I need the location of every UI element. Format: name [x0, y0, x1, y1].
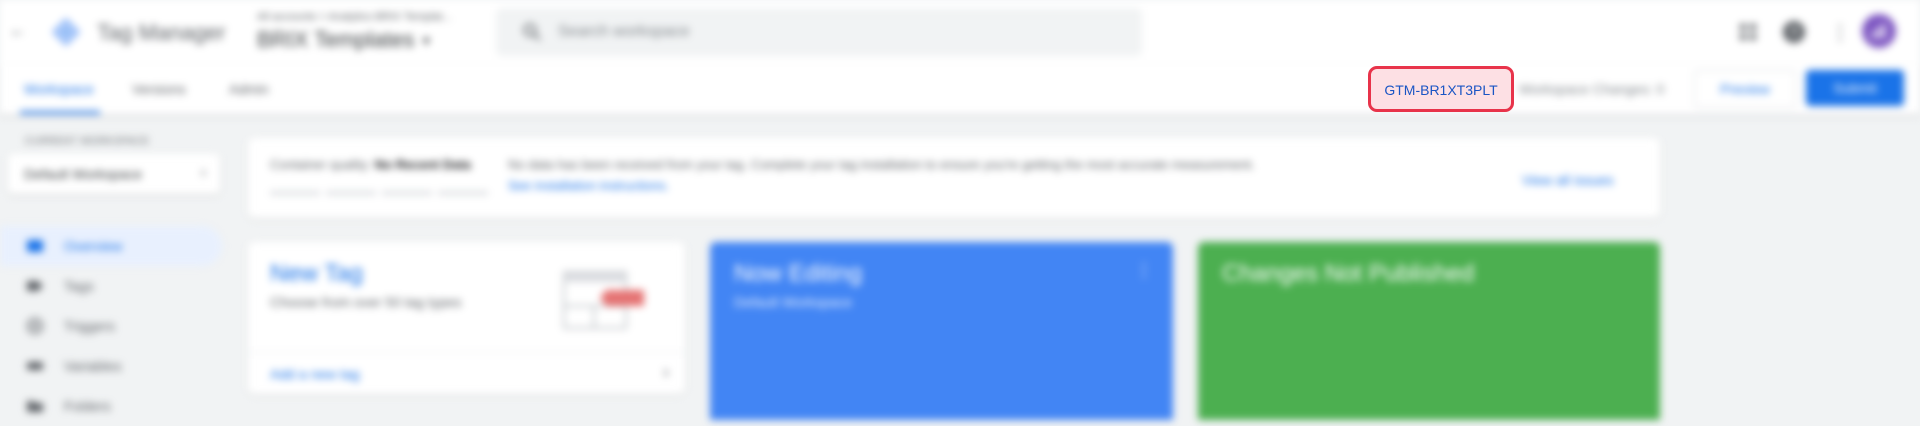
workspace-selector[interactable]: Default Workspace ›	[8, 154, 220, 194]
new-tag-illustration-icon	[563, 271, 644, 329]
account-avatar[interactable]	[1862, 14, 1896, 48]
tag-icon	[27, 281, 43, 291]
tab-workspace[interactable]: Workspace	[24, 81, 94, 97]
container-id: GTM-BR1XT3PLT	[1384, 82, 1498, 98]
chevron-right-icon: ›	[200, 164, 206, 181]
sidebar-item-label: Variables	[64, 358, 122, 374]
overview-icon	[27, 240, 43, 252]
container-id-badge[interactable]: GTM-BR1XT3PLT	[1368, 66, 1514, 112]
workspace-toolbar: Workspace Versions Admin Workspace Chang…	[0, 64, 1920, 115]
sidebar: CURRENT WORKSPACE Default Workspace › Ov…	[0, 114, 230, 420]
installation-instructions-link[interactable]: See installation instructions.	[508, 178, 669, 193]
back-arrow-icon[interactable]: ←	[9, 20, 27, 41]
product-name: Tag Manager	[97, 20, 226, 45]
now-editing-card[interactable]: Now Editing Default Workspace ⋮	[710, 242, 1173, 420]
gtm-app: ← Tag Manager All accounts > Analytics B…	[0, 0, 1920, 420]
quality-value: No Recent Data	[374, 157, 471, 172]
sidebar-item-folders[interactable]: Folders	[0, 386, 222, 426]
sidebar-item-label: Folders	[64, 398, 111, 414]
add-new-tag-link[interactable]: Add a new tag	[270, 366, 360, 382]
top-bar: ← Tag Manager All accounts > Analytics B…	[0, 0, 1920, 64]
tab-versions[interactable]: Versions	[132, 81, 186, 97]
caret-down-icon: ▼	[420, 34, 433, 49]
more-vert-icon[interactable]: ⋮	[1830, 20, 1850, 45]
account-breadcrumb[interactable]: All accounts > Analytics BRIX Templat...	[257, 11, 452, 23]
submit-button[interactable]: Submit	[1806, 70, 1904, 106]
tab-admin[interactable]: Admin	[229, 81, 269, 97]
current-workspace-label: CURRENT WORKSPACE	[25, 136, 150, 147]
sidebar-item-overview[interactable]: Overview	[0, 226, 222, 266]
help-icon[interactable]: ?	[1783, 21, 1805, 43]
folder-icon	[27, 401, 43, 412]
search-icon	[523, 23, 541, 41]
trigger-icon	[27, 318, 43, 334]
new-tag-title: New Tag	[270, 260, 363, 287]
new-tag-subtitle: Choose from over 50 tag types	[270, 294, 462, 310]
workspace-name: Default Workspace	[24, 166, 143, 182]
changes-not-published-card[interactable]: Changes Not Published	[1198, 242, 1660, 420]
sidebar-item-triggers[interactable]: Triggers	[0, 306, 222, 346]
sidebar-item-label: Triggers	[64, 318, 115, 334]
container-quality-card: Container quality: No Recent Data No dat…	[248, 138, 1660, 218]
tag-manager-logo-icon	[52, 18, 80, 46]
changes-title: Changes Not Published	[1222, 260, 1475, 287]
quality-message: No data has been received from your tag.…	[508, 157, 1255, 172]
more-vert-icon[interactable]: ⋮	[1135, 260, 1153, 281]
now-editing-workspace: Default Workspace	[734, 294, 853, 310]
search-placeholder: Search workspace	[558, 23, 690, 40]
view-all-issues-link[interactable]: View all issues	[1522, 172, 1614, 188]
quality-meter	[270, 182, 494, 200]
sidebar-item-label: Tags	[64, 278, 94, 294]
search-input[interactable]: Search workspace	[496, 8, 1142, 56]
sidebar-item-tags[interactable]: Tags	[0, 266, 222, 306]
sidebar-item-label: Overview	[64, 238, 123, 254]
container-quality-status: Container quality: No Recent Data	[270, 157, 471, 172]
chevron-right-icon: ›	[663, 362, 669, 382]
now-editing-title: Now Editing	[734, 260, 863, 287]
apps-grid-icon[interactable]	[1738, 22, 1758, 42]
analytics-bars-icon	[1872, 24, 1885, 38]
workspace-changes-count: Workspace Changes: 0	[1519, 81, 1665, 97]
preview-button[interactable]: Preview	[1694, 70, 1796, 108]
card-divider	[248, 352, 685, 353]
container-name: BRIX Templates	[257, 27, 415, 52]
quality-label: Container quality:	[270, 157, 372, 172]
sidebar-item-variables[interactable]: Variables	[0, 346, 222, 386]
new-tag-card[interactable]: New Tag Choose from over 50 tag types Ad…	[248, 242, 685, 394]
container-selector[interactable]: BRIX Templates ▼	[257, 27, 432, 53]
variable-icon	[27, 362, 43, 370]
